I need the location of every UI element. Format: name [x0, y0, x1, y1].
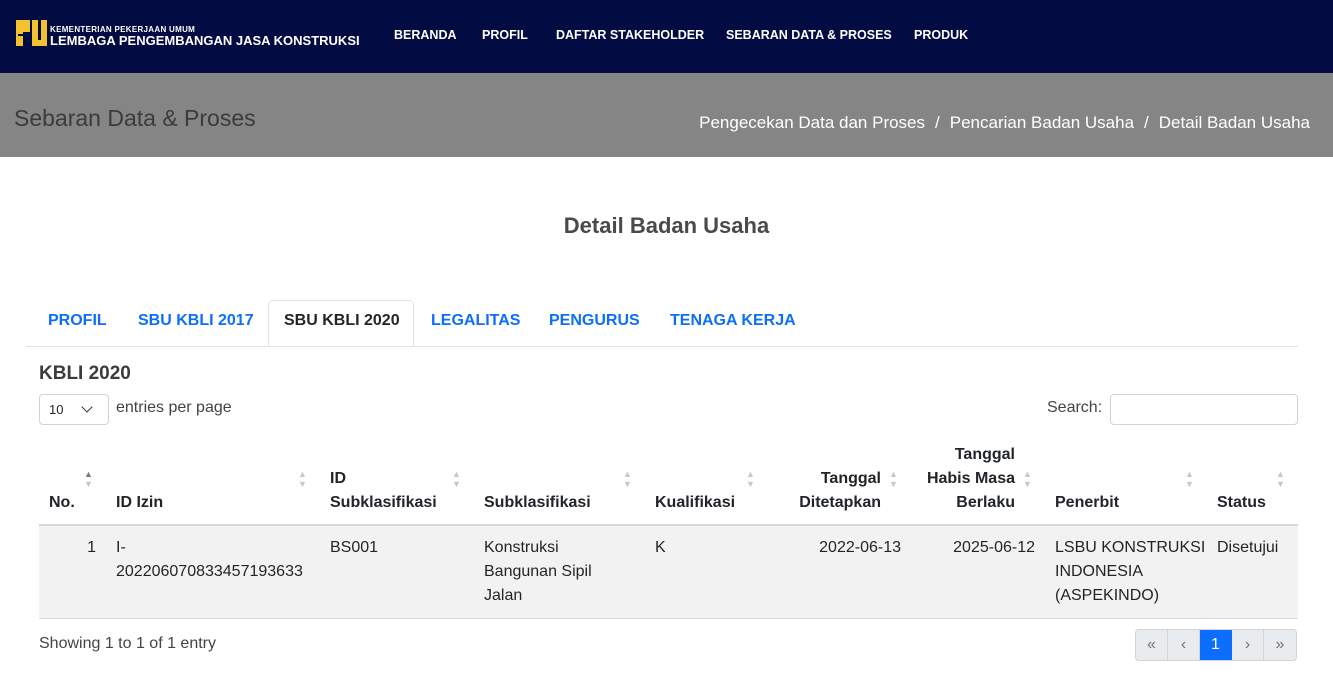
breadcrumb-item-pencarian[interactable]: Pencarian Badan Usaha	[950, 113, 1134, 133]
tabs-divider	[26, 346, 1298, 347]
col-header-subklasifikasi[interactable]: Subklasifikasi	[484, 491, 591, 515]
pu-logo-icon[interactable]	[16, 18, 48, 50]
cell-subklasifikasi-line2: Bangunan Sipil	[484, 563, 592, 580]
sort-icon: ▲	[746, 469, 755, 479]
pagination: « ‹ 1 › »	[1135, 629, 1297, 661]
sort-icon: ▼	[746, 479, 755, 489]
col-header-no[interactable]: No.	[49, 491, 75, 515]
sort-icon: ▼	[889, 479, 898, 489]
sort-icon: ▼	[1023, 479, 1032, 489]
entries-per-page-label: entries per page	[116, 399, 232, 416]
page-heading: Sebaran Data & Proses	[14, 105, 256, 131]
col-header-id-sub-line2[interactable]: Subklasifikasi	[330, 491, 437, 515]
sort-icon: ▲	[889, 469, 898, 479]
nav-produk[interactable]: PRODUK	[914, 28, 968, 42]
tab-pengurus[interactable]: PENGURUS	[549, 312, 640, 330]
nav-daftar-stakeholder[interactable]: DAFTAR STAKEHOLDER	[556, 28, 704, 42]
col-header-tgl-ditetapkan-line2[interactable]: Ditetapkan	[792, 491, 881, 515]
cell-subklasifikasi-line1: Konstruksi	[484, 539, 559, 556]
breadcrumb-item-pengecekan[interactable]: Pengecekan Data dan Proses	[699, 113, 925, 133]
sort-icon: ▲	[298, 469, 307, 479]
breadcrumb-item-detail: Detail Badan Usaha	[1158, 113, 1310, 132]
col-header-tgl-habis-line1[interactable]: Tanggal	[918, 443, 1015, 467]
cell-kualifikasi: K	[655, 539, 666, 556]
col-header-tgl-ditetapkan-line1[interactable]: Tanggal	[792, 467, 881, 491]
sort-icon: ▲	[1023, 469, 1032, 479]
col-header-penerbit[interactable]: Penerbit	[1055, 491, 1119, 515]
sort-icon: ▲	[452, 469, 461, 479]
breadcrumb: Pengecekan Data dan Proses / Pencarian B…	[699, 113, 1310, 133]
cell-id-izin-line2: 20220607083345719363​3	[116, 563, 303, 580]
pagination-prev-button[interactable]: ‹	[1168, 630, 1200, 660]
top-navbar: KEMENTERIAN PEKERJAAN UMUM LEMBAGA PENGE…	[0, 0, 1333, 73]
nav-profil[interactable]: PROFIL	[482, 28, 528, 42]
tab-tenaga-kerja[interactable]: TENAGA KERJA	[670, 312, 796, 330]
pagination-last-button[interactable]: »	[1264, 630, 1296, 660]
cell-id-subklasifikasi: BS001	[330, 539, 379, 556]
sort-icon: ▼	[452, 479, 461, 489]
tab-sbu-kbli-2017[interactable]: SBU KBLI 2017	[138, 312, 254, 330]
col-header-id-sub-line1[interactable]: ID	[330, 467, 346, 491]
sort-icon: ▲	[1276, 469, 1285, 479]
pagination-first-button[interactable]: «	[1136, 630, 1168, 660]
sort-icon: ▼	[298, 479, 307, 489]
cell-id-izin-line1: I-	[116, 539, 126, 556]
sort-icon: ▲	[623, 469, 632, 479]
breadcrumb-separator: /	[935, 113, 940, 132]
col-header-status[interactable]: Status	[1217, 491, 1266, 515]
tab-sbu-kbli-2020[interactable]: SBU KBLI 2020	[284, 312, 400, 330]
sort-icon: ▼	[623, 479, 632, 489]
cell-tgl-ditetapkan: 2022-06-13	[819, 539, 901, 556]
sort-asc-icon: ▲	[84, 469, 93, 479]
col-header-kualifikasi[interactable]: Kualifikasi	[655, 491, 735, 515]
cell-subklasifikasi-line3: Jalan	[484, 587, 523, 604]
sort-icon: ▼	[1276, 479, 1285, 489]
cell-tgl-habis: 2025-06-12	[953, 539, 1035, 556]
sort-icon: ▲	[1185, 469, 1194, 479]
sort-icon: ▼	[1185, 479, 1194, 489]
page-title: Detail Badan Usaha	[563, 213, 770, 238]
table-info: Showing 1 to 1 of 1 entry	[39, 635, 216, 652]
entries-per-page-select[interactable]: 10	[39, 394, 109, 425]
pagination-next-button[interactable]: ›	[1232, 630, 1264, 660]
cell-penerbit-line3: (ASPEKINDO)	[1055, 587, 1160, 604]
search-label: Search:	[1047, 399, 1103, 416]
section-title: KBLI 2020	[39, 363, 131, 384]
cell-status: Disetujui	[1217, 539, 1279, 556]
search-input[interactable]	[1110, 394, 1298, 425]
col-header-tgl-habis-line3[interactable]: Berlaku	[918, 491, 1015, 515]
table-row-divider	[39, 618, 1298, 619]
tab-legalitas[interactable]: LEGALITAS	[431, 312, 520, 330]
col-header-tgl-habis-line2[interactable]: Habis Masa	[918, 467, 1015, 491]
cell-no: 1	[87, 539, 96, 556]
col-header-id-izin[interactable]: ID Izin	[116, 491, 163, 515]
breadcrumb-separator: /	[1144, 113, 1149, 132]
sort-desc-icon: ▼	[84, 479, 93, 489]
brand-name[interactable]: LEMBAGA PENGEMBANGAN JASA KONSTRUKSI	[50, 33, 360, 48]
tab-profil[interactable]: PROFIL	[48, 312, 107, 330]
cell-penerbit-line1: LSBU KONSTRUKSI	[1055, 539, 1206, 556]
pagination-page-1-button[interactable]: 1	[1200, 630, 1232, 660]
nav-beranda[interactable]: BERANDA	[394, 28, 457, 42]
cell-penerbit-line2: INDONESIA	[1055, 563, 1144, 580]
nav-sebaran-data[interactable]: SEBARAN DATA & PROSES	[726, 28, 892, 42]
